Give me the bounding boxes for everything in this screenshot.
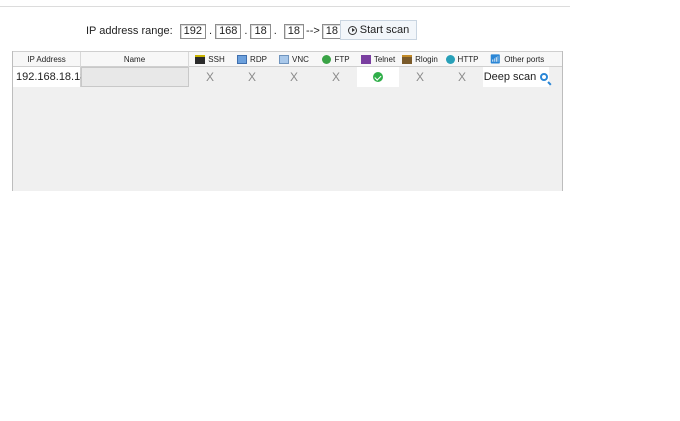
column-other-ports[interactable]: 📶︎ Other ports [483,52,551,67]
column-vnc[interactable]: VNC [273,52,315,67]
ip-range-bar: IP address range: 192 . 168 . 18 . 18 --… [86,22,343,40]
range-start-input[interactable]: 18 [283,23,305,39]
ip-range-label: IP address range: [86,25,173,37]
column-telnet-label: Telnet [373,55,396,64]
column-vnc-label: VNC [292,55,309,64]
rlogin-status[interactable]: X [399,67,441,87]
column-rlogin[interactable]: Rlogin [399,52,441,67]
column-ftp-label: FTP [334,55,350,64]
check-circle-icon [373,72,383,82]
table-row[interactable]: 192.168.18.18 X X X X X X Deep scan [13,67,562,87]
column-name[interactable]: Name [81,52,189,67]
vnc-status[interactable]: X [273,67,315,87]
start-scan-label: Start scan [359,24,410,36]
ftp-status[interactable]: X [315,67,357,87]
table-header: IP Address Name SSH RDP VNC FTP Telnet R… [13,51,562,67]
terminal-icon [195,55,206,64]
column-ssh[interactable]: SSH [189,52,231,67]
octet3-input[interactable]: 18 [250,23,271,39]
terminal-icon [402,55,413,64]
range-end-input[interactable]: 18 [321,23,343,39]
column-rdp[interactable]: RDP [231,52,273,67]
play-circle-icon [347,25,357,35]
rdp-status[interactable]: X [231,67,273,87]
start-scan-button[interactable]: Start scan [340,20,417,40]
column-telnet[interactable]: Telnet [357,52,399,67]
monitor-icon [237,55,248,64]
wifi-icon: 📶︎ [489,54,502,64]
top-divider [0,6,570,7]
column-other-label: Other ports [504,55,545,64]
column-http-label: HTTP [457,55,479,64]
telnet-status[interactable] [357,67,399,87]
column-http[interactable]: HTTP [441,52,483,67]
column-ftp[interactable]: FTP [315,52,357,67]
octet1-input[interactable]: 192 [179,23,206,39]
column-rlogin-label: Rlogin [415,55,438,64]
octet-dot: . [244,25,248,37]
column-name-label: Name [123,55,146,64]
name-cell[interactable] [81,67,189,87]
deep-scan-button[interactable]: Deep scan [483,67,549,87]
deep-scan-label: Deep scan [483,71,537,83]
globe-icon [445,55,455,64]
range-arrow: --> [306,25,320,37]
octet2-input[interactable]: 168 [215,23,242,39]
octet-dot: . [209,25,213,37]
globe-icon [322,55,332,64]
ssh-status[interactable]: X [189,67,231,87]
column-ssh-label: SSH [208,55,225,64]
column-ip[interactable]: IP Address [13,52,81,67]
magnifier-icon [540,73,549,81]
http-status[interactable]: X [441,67,483,87]
column-rdp-label: RDP [250,55,267,64]
scan-results-table: IP Address Name SSH RDP VNC FTP Telnet R… [12,51,563,191]
ip-cell: 192.168.18.18 [13,67,86,87]
remote-desktop-icon [279,55,290,64]
terminal-icon [360,55,371,64]
octet-dot: . [273,25,277,37]
column-ip-label: IP Address [27,55,66,64]
